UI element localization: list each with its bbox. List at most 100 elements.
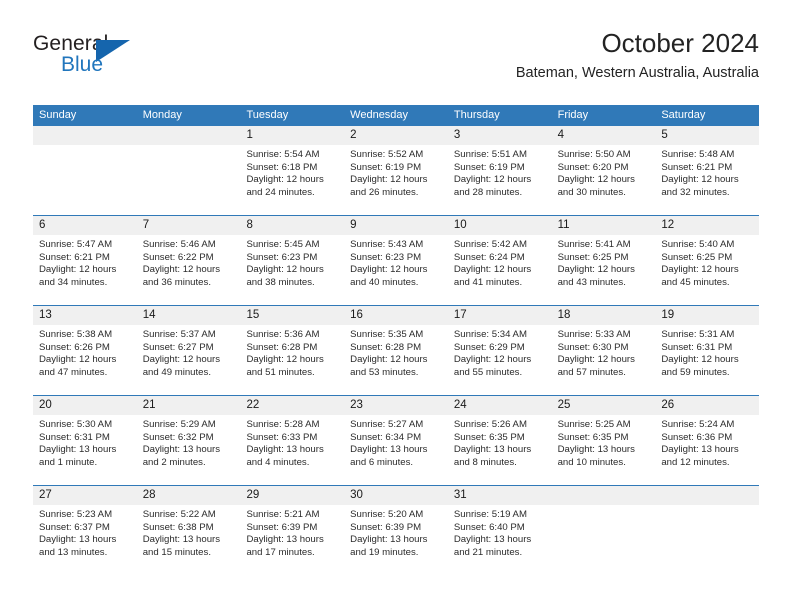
daylight-text-line2: and 53 minutes. bbox=[350, 366, 419, 378]
day-cell[interactable]: 24 Sunrise: 5:26 AM Sunset: 6:35 PM Dayligh… bbox=[447, 396, 552, 485]
day-cell[interactable]: 18 Sunrise: 5:33 AM Sunset: 6:30 PM Dayligh… bbox=[551, 306, 656, 395]
sunset-text: Sunset: 6:30 PM bbox=[557, 341, 629, 353]
day-cell[interactable]: 4 Sunrise: 5:50 AM Sunset: 6:20 PM Daylight… bbox=[551, 126, 656, 215]
sunrise-text: Sunrise: 5:30 AM bbox=[39, 419, 113, 430]
sunrise-text: Sunrise: 5:24 AM bbox=[661, 419, 735, 430]
day-cell[interactable]: 3 Sunrise: 5:51 AM Sunset: 6:19 PM Daylight… bbox=[447, 126, 552, 215]
day-cell[interactable]: 2 Sunrise: 5:52 AM Sunset: 6:19 PM Daylight… bbox=[344, 126, 448, 215]
sunrise-text: Sunrise: 5:37 AM bbox=[142, 329, 216, 340]
daylight-text-line2: and 40 minutes. bbox=[350, 276, 419, 288]
day-number: 11 bbox=[551, 216, 656, 235]
day-number: 18 bbox=[551, 306, 656, 325]
sunset-text: Sunset: 6:19 PM bbox=[453, 161, 525, 173]
sunrise-text: Sunrise: 5:45 AM bbox=[246, 239, 320, 250]
sunset-text: Sunset: 6:39 PM bbox=[350, 521, 422, 533]
day-cell[interactable]: 28 Sunrise: 5:22 AM Sunset: 6:38 PM Dayligh… bbox=[136, 486, 241, 575]
day-cell[interactable]: 27 Sunrise: 5:23 AM Sunset: 6:37 PM Dayligh… bbox=[33, 486, 137, 575]
daylight-text-line1: Daylight: 12 hours bbox=[661, 354, 739, 366]
calendar-week-row: 1 Sunrise: 5:54 AM Sunset: 6:18 PM Daylight… bbox=[33, 126, 760, 215]
brand-logo[interactable]: General Blue bbox=[33, 32, 153, 84]
sunset-text: Sunset: 6:23 PM bbox=[350, 251, 422, 263]
weekday-header-friday: Friday bbox=[557, 109, 589, 121]
daylight-text-line1: Daylight: 12 hours bbox=[661, 174, 739, 186]
calendar-page: General Blue October 2024 Bateman, Weste… bbox=[0, 0, 792, 612]
day-cell[interactable]: 12 Sunrise: 5:40 AM Sunset: 6:25 PM Dayligh… bbox=[655, 216, 760, 305]
sunrise-text: Sunrise: 5:22 AM bbox=[142, 509, 216, 520]
day-cell[interactable]: 21 Sunrise: 5:29 AM Sunset: 6:32 PM Dayligh… bbox=[136, 396, 241, 485]
day-cell[interactable]: 9 Sunrise: 5:43 AM Sunset: 6:23 PM Daylight… bbox=[344, 216, 448, 305]
day-number: 24 bbox=[447, 396, 552, 415]
location-subtitle: Bateman, Western Australia, Australia bbox=[515, 65, 759, 81]
calendar-week-row: 13 Sunrise: 5:38 AM Sunset: 6:26 PM Dayligh… bbox=[33, 305, 760, 395]
sunrise-text: Sunrise: 5:46 AM bbox=[142, 239, 216, 250]
day-details: Sunrise: 5:19 AM Sunset: 6:40 PM Daylight:… bbox=[448, 505, 552, 559]
day-cell-empty bbox=[655, 486, 760, 575]
daylight-text-line2: and 17 minutes. bbox=[246, 546, 315, 558]
day-cell[interactable]: 8 Sunrise: 5:45 AM Sunset: 6:23 PM Daylight… bbox=[240, 216, 345, 305]
day-cell[interactable]: 23 Sunrise: 5:27 AM Sunset: 6:34 PM Dayligh… bbox=[344, 396, 448, 485]
day-cell[interactable]: 15 Sunrise: 5:36 AM Sunset: 6:28 PM Dayligh… bbox=[240, 306, 345, 395]
day-cell[interactable]: 17 Sunrise: 5:34 AM Sunset: 6:29 PM Dayligh… bbox=[447, 306, 552, 395]
title-block: October 2024 Bateman, Western Australia,… bbox=[516, 28, 759, 82]
day-cell[interactable]: 26 Sunrise: 5:24 AM Sunset: 6:36 PM Dayligh… bbox=[655, 396, 760, 485]
sunset-text: Sunset: 6:25 PM bbox=[557, 251, 629, 263]
day-cell[interactable]: 20 Sunrise: 5:30 AM Sunset: 6:31 PM Dayligh… bbox=[33, 396, 137, 485]
day-number: 2 bbox=[344, 126, 448, 145]
sunset-text: Sunset: 6:20 PM bbox=[557, 161, 629, 173]
day-details: Sunrise: 5:51 AM Sunset: 6:19 PM Daylight:… bbox=[448, 145, 552, 199]
sunrise-text: Sunrise: 5:41 AM bbox=[557, 239, 631, 250]
day-number: 6 bbox=[33, 216, 137, 235]
day-number: 31 bbox=[447, 486, 552, 505]
daylight-text-line1: Daylight: 13 hours bbox=[661, 444, 739, 456]
day-details: Sunrise: 5:50 AM Sunset: 6:20 PM Daylight:… bbox=[552, 145, 656, 199]
sunset-text: Sunset: 6:40 PM bbox=[453, 521, 525, 533]
daylight-text-line1: Daylight: 12 hours bbox=[453, 354, 532, 366]
day-cell[interactable]: 25 Sunrise: 5:25 AM Sunset: 6:35 PM Dayligh… bbox=[551, 396, 656, 485]
daylight-text-line1: Daylight: 13 hours bbox=[557, 444, 635, 456]
sunset-text: Sunset: 6:18 PM bbox=[246, 161, 318, 173]
day-cell[interactable]: 30 Sunrise: 5:20 AM Sunset: 6:39 PM Dayligh… bbox=[344, 486, 448, 575]
day-number: 17 bbox=[447, 306, 552, 325]
sunset-text: Sunset: 6:34 PM bbox=[350, 431, 422, 443]
day-details: Sunrise: 5:25 AM Sunset: 6:35 PM Daylight:… bbox=[552, 415, 656, 469]
day-number bbox=[136, 126, 241, 145]
day-cell[interactable]: 22 Sunrise: 5:28 AM Sunset: 6:33 PM Dayligh… bbox=[240, 396, 345, 485]
day-cell[interactable]: 29 Sunrise: 5:21 AM Sunset: 6:39 PM Dayligh… bbox=[240, 486, 345, 575]
day-cell[interactable]: 31 Sunrise: 5:19 AM Sunset: 6:40 PM Dayligh… bbox=[447, 486, 552, 575]
day-details: Sunrise: 5:29 AM Sunset: 6:32 PM Daylight:… bbox=[137, 415, 241, 469]
day-cell[interactable]: 19 Sunrise: 5:31 AM Sunset: 6:31 PM Dayligh… bbox=[655, 306, 760, 395]
daylight-text-line1: Daylight: 13 hours bbox=[142, 444, 221, 456]
day-cell-empty bbox=[33, 126, 137, 215]
day-details: Sunrise: 5:36 AM Sunset: 6:28 PM Daylight:… bbox=[240, 325, 344, 379]
daylight-text-line2: and 6 minutes. bbox=[350, 456, 414, 468]
daylight-text-line2: and 19 minutes. bbox=[350, 546, 419, 558]
daylight-text-line1: Daylight: 13 hours bbox=[350, 444, 428, 456]
calendar-weeks: 1 Sunrise: 5:54 AM Sunset: 6:18 PM Daylight… bbox=[33, 126, 760, 575]
day-cell[interactable]: 16 Sunrise: 5:35 AM Sunset: 6:28 PM Dayligh… bbox=[344, 306, 448, 395]
daylight-text-line2: and 36 minutes. bbox=[142, 276, 211, 288]
daylight-text-line1: Daylight: 13 hours bbox=[453, 534, 532, 546]
sunrise-text: Sunrise: 5:28 AM bbox=[246, 419, 320, 430]
weekday-header-monday: Monday bbox=[142, 109, 182, 121]
day-cell[interactable]: 10 Sunrise: 5:42 AM Sunset: 6:24 PM Dayligh… bbox=[447, 216, 552, 305]
weekday-header-sunday: Sunday bbox=[39, 109, 77, 121]
sunrise-text: Sunrise: 5:31 AM bbox=[661, 329, 735, 340]
day-number: 10 bbox=[447, 216, 552, 235]
sunrise-text: Sunrise: 5:52 AM bbox=[350, 149, 424, 160]
daylight-text-line2: and 45 minutes. bbox=[661, 276, 730, 288]
day-cell[interactable]: 14 Sunrise: 5:37 AM Sunset: 6:27 PM Dayligh… bbox=[136, 306, 241, 395]
sunset-text: Sunset: 6:21 PM bbox=[661, 161, 733, 173]
day-cell[interactable]: 6 Sunrise: 5:47 AM Sunset: 6:21 PM Daylight… bbox=[33, 216, 137, 305]
day-details: Sunrise: 5:38 AM Sunset: 6:26 PM Daylight:… bbox=[33, 325, 137, 379]
day-cell[interactable]: 7 Sunrise: 5:46 AM Sunset: 6:22 PM Daylight… bbox=[136, 216, 241, 305]
day-cell[interactable]: 13 Sunrise: 5:38 AM Sunset: 6:26 PM Dayligh… bbox=[33, 306, 137, 395]
daylight-text-line1: Daylight: 12 hours bbox=[557, 354, 635, 366]
day-cell[interactable]: 1 Sunrise: 5:54 AM Sunset: 6:18 PM Daylight… bbox=[240, 126, 345, 215]
day-details: Sunrise: 5:46 AM Sunset: 6:22 PM Daylight:… bbox=[137, 235, 241, 289]
day-cell[interactable]: 5 Sunrise: 5:48 AM Sunset: 6:21 PM Daylight… bbox=[655, 126, 760, 215]
weekday-header-wednesday: Wednesday bbox=[350, 109, 409, 121]
day-cell[interactable]: 11 Sunrise: 5:41 AM Sunset: 6:25 PM Dayligh… bbox=[551, 216, 656, 305]
day-number: 22 bbox=[240, 396, 345, 415]
daylight-text-line1: Daylight: 13 hours bbox=[246, 444, 324, 456]
day-details: Sunrise: 5:54 AM Sunset: 6:18 PM Daylight:… bbox=[240, 145, 344, 199]
